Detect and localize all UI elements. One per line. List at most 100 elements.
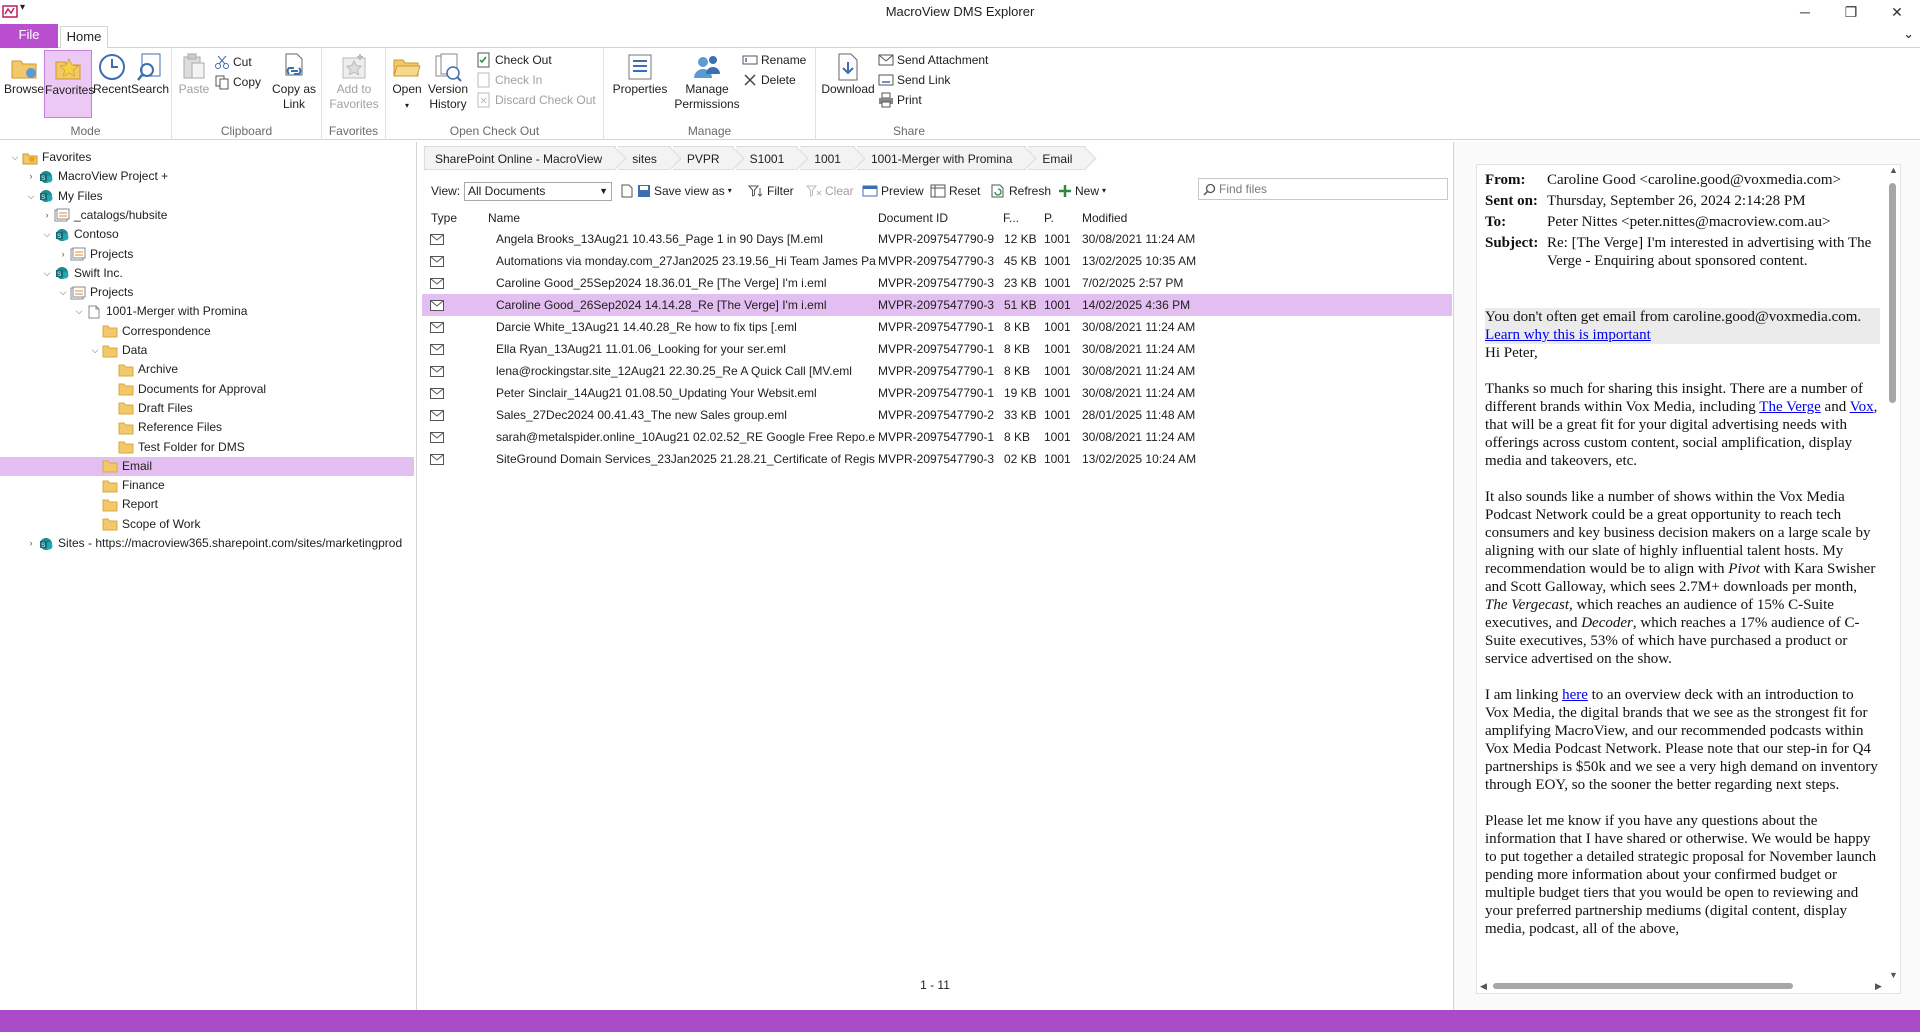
clear-button[interactable]: Clear: [806, 180, 854, 202]
tree-item[interactable]: Report: [0, 495, 414, 514]
tree-item[interactable]: ⌵ 1001-Merger with Promina: [0, 302, 414, 321]
scroll-right-icon[interactable]: ▶: [1875, 981, 1882, 992]
version-history-button[interactable]: Version History: [426, 50, 470, 118]
column-file-size[interactable]: F...: [1003, 208, 1019, 228]
table-row[interactable]: Ella Ryan_13Aug21 11.01.06_Looking for y…: [422, 338, 1452, 360]
tab-home[interactable]: Home: [60, 26, 108, 49]
tree-item[interactable]: › _catalogs/hubsite: [0, 206, 414, 225]
manage-permissions-button[interactable]: Manage Permissions: [672, 50, 742, 118]
minimize-button[interactable]: ─: [1782, 0, 1828, 24]
delete-button[interactable]: Delete: [742, 70, 796, 90]
chevron-down-icon[interactable]: ⌵: [10, 148, 20, 167]
table-row[interactable]: Caroline Good_25Sep2024 18.36.01_Re [The…: [422, 272, 1452, 294]
tree-item[interactable]: › S MacroView Project +: [0, 167, 414, 186]
column-modified[interactable]: Modified: [1082, 208, 1127, 228]
tree-item[interactable]: ⌵ S My Files: [0, 187, 414, 206]
here-link[interactable]: here: [1562, 687, 1588, 703]
tree-item[interactable]: › Projects: [0, 245, 414, 264]
chevron-down-icon[interactable]: ⌵: [42, 264, 52, 283]
tree-item[interactable]: ⌵ S Contoso: [0, 225, 414, 244]
tree-item[interactable]: Finance: [0, 476, 414, 495]
breadcrumb-item[interactable]: SharePoint Online - MacroView: [424, 146, 617, 170]
chevron-down-icon[interactable]: ⌵: [74, 302, 84, 321]
vox-link[interactable]: Vox: [1850, 399, 1874, 415]
breadcrumb-item[interactable]: 1001-Merger with Promina: [856, 146, 1027, 170]
tree-item[interactable]: ⌵ Data: [0, 341, 414, 360]
chevron-down-icon[interactable]: ⌵: [26, 187, 36, 206]
table-row[interactable]: Sales_27Dec2024 00.41.43_The new Sales g…: [422, 404, 1452, 426]
save-view-button[interactable]: Save view as ▾: [620, 180, 732, 202]
table-row[interactable]: Automations via monday.com_27Jan2025 23.…: [422, 250, 1452, 272]
tree-item[interactable]: Draft Files: [0, 399, 414, 418]
add-to-favorites-button[interactable]: Add to Favorites: [326, 50, 382, 118]
tree-item[interactable]: Reference Files: [0, 418, 414, 437]
ribbon-collapse-icon[interactable]: ⌄: [1903, 26, 1914, 42]
tree-item[interactable]: › S Sites - https://macroview365.sharepoin…: [0, 534, 414, 553]
table-row[interactable]: lena@rockingstar.site_12Aug21 22.30.25_R…: [422, 360, 1452, 382]
preview-horizontal-scrollbar[interactable]: ◀ ▶: [1477, 979, 1887, 993]
tree-item[interactable]: ⌵ S Swift Inc.: [0, 264, 414, 283]
column-type[interactable]: Type: [431, 208, 457, 228]
favorites-button[interactable]: Favorites: [44, 50, 94, 118]
cut-button[interactable]: Cut: [214, 52, 252, 72]
find-files-input[interactable]: Find files: [1198, 178, 1448, 200]
send-attachment-button[interactable]: Send Attachment: [878, 50, 988, 70]
reset-button[interactable]: Reset: [930, 180, 980, 202]
tree-item[interactable]: ⌵ Favorites: [0, 148, 414, 167]
search-button[interactable]: Search: [131, 50, 169, 118]
scroll-down-icon[interactable]: ▼: [1889, 970, 1898, 980]
table-row[interactable]: sarah@metalspider.online_10Aug21 02.02.5…: [422, 426, 1452, 448]
chevron-down-icon[interactable]: ⌵: [42, 225, 52, 244]
tree-item[interactable]: Email: [0, 456, 414, 476]
preview-vertical-scrollbar[interactable]: ▲ ▼: [1886, 165, 1900, 980]
close-button[interactable]: ✕: [1874, 0, 1920, 24]
refresh-button[interactable]: Refresh: [990, 180, 1051, 202]
table-row[interactable]: SiteGround Domain Services_23Jan2025 21.…: [422, 448, 1452, 470]
browse-button[interactable]: Browse: [4, 50, 44, 118]
chevron-down-icon[interactable]: ⌵: [90, 341, 100, 360]
tree-item[interactable]: ⌵ Projects: [0, 283, 414, 302]
new-button[interactable]: New ▾: [1058, 180, 1106, 202]
the-verge-link[interactable]: The Verge: [1759, 399, 1821, 415]
tree-item[interactable]: Correspondence: [0, 322, 414, 341]
rename-button[interactable]: Rename: [742, 50, 806, 70]
send-link-button[interactable]: Send Link: [878, 70, 950, 90]
chevron-right-icon[interactable]: ›: [26, 534, 36, 553]
vertical-scroll-thumb[interactable]: [1889, 183, 1896, 403]
scroll-left-icon[interactable]: ◀: [1480, 981, 1487, 992]
chevron-right-icon[interactable]: ›: [26, 167, 36, 186]
tab-file[interactable]: File: [0, 24, 58, 48]
column-document-id[interactable]: Document ID: [878, 208, 948, 228]
scroll-up-icon[interactable]: ▲: [1889, 165, 1898, 175]
download-button[interactable]: Download: [820, 50, 876, 118]
check-out-button[interactable]: Check Out: [476, 50, 552, 70]
table-row[interactable]: Caroline Good_26Sep2024 14.14.28_Re [The…: [422, 294, 1452, 316]
restore-button[interactable]: ❐: [1828, 0, 1874, 24]
tree-item[interactable]: Test Folder for DMS: [0, 438, 414, 457]
tree-item[interactable]: Documents for Approval: [0, 380, 414, 399]
tree-item[interactable]: Archive: [0, 360, 414, 379]
tree-item[interactable]: Scope of Work: [0, 515, 414, 534]
column-name[interactable]: Name: [488, 208, 520, 228]
properties-button[interactable]: Properties: [608, 50, 672, 118]
chevron-right-icon[interactable]: ›: [42, 206, 52, 225]
preview-button[interactable]: Preview: [862, 180, 924, 202]
table-row[interactable]: Angela Brooks_13Aug21 10.43.56_Page 1 in…: [422, 228, 1452, 250]
recent-button[interactable]: Recent: [93, 50, 131, 118]
filter-button[interactable]: Filter: [748, 180, 794, 202]
breadcrumb-item[interactable]: Email: [1028, 146, 1087, 170]
view-select[interactable]: All Documents ▼: [464, 182, 612, 201]
chevron-down-icon[interactable]: ⌵: [58, 283, 68, 302]
copy-button[interactable]: Copy: [214, 72, 261, 92]
table-row[interactable]: Peter Sinclair_14Aug21 01.08.50_Updating…: [422, 382, 1452, 404]
paste-button[interactable]: Paste: [176, 50, 212, 118]
column-p[interactable]: P.: [1044, 208, 1054, 228]
check-in-button[interactable]: Check In: [476, 70, 542, 90]
copy-as-link-button[interactable]: Copy as Link: [270, 50, 318, 118]
print-button[interactable]: Print: [878, 90, 922, 110]
table-row[interactable]: Darcie White_13Aug21 14.40.28_Re how to …: [422, 316, 1452, 338]
discard-check-out-button[interactable]: Discard Check Out: [476, 90, 596, 110]
open-button[interactable]: Open ▾: [390, 50, 424, 118]
chevron-right-icon[interactable]: ›: [58, 245, 68, 264]
horizontal-scroll-thumb[interactable]: [1493, 983, 1793, 989]
